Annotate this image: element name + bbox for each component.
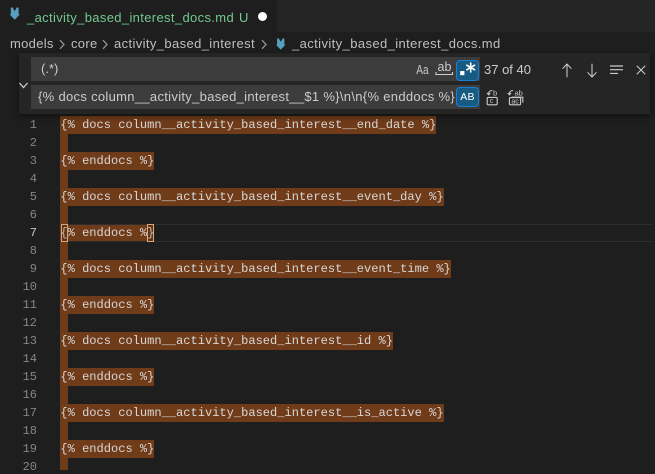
svg-text:ab: ab (438, 60, 452, 74)
svg-text:ac: ac (511, 98, 519, 105)
svg-text:b: b (493, 89, 497, 98)
svg-text:c: c (490, 98, 494, 105)
svg-text:ab: ab (515, 89, 523, 98)
svg-text:Aa: Aa (416, 62, 429, 77)
